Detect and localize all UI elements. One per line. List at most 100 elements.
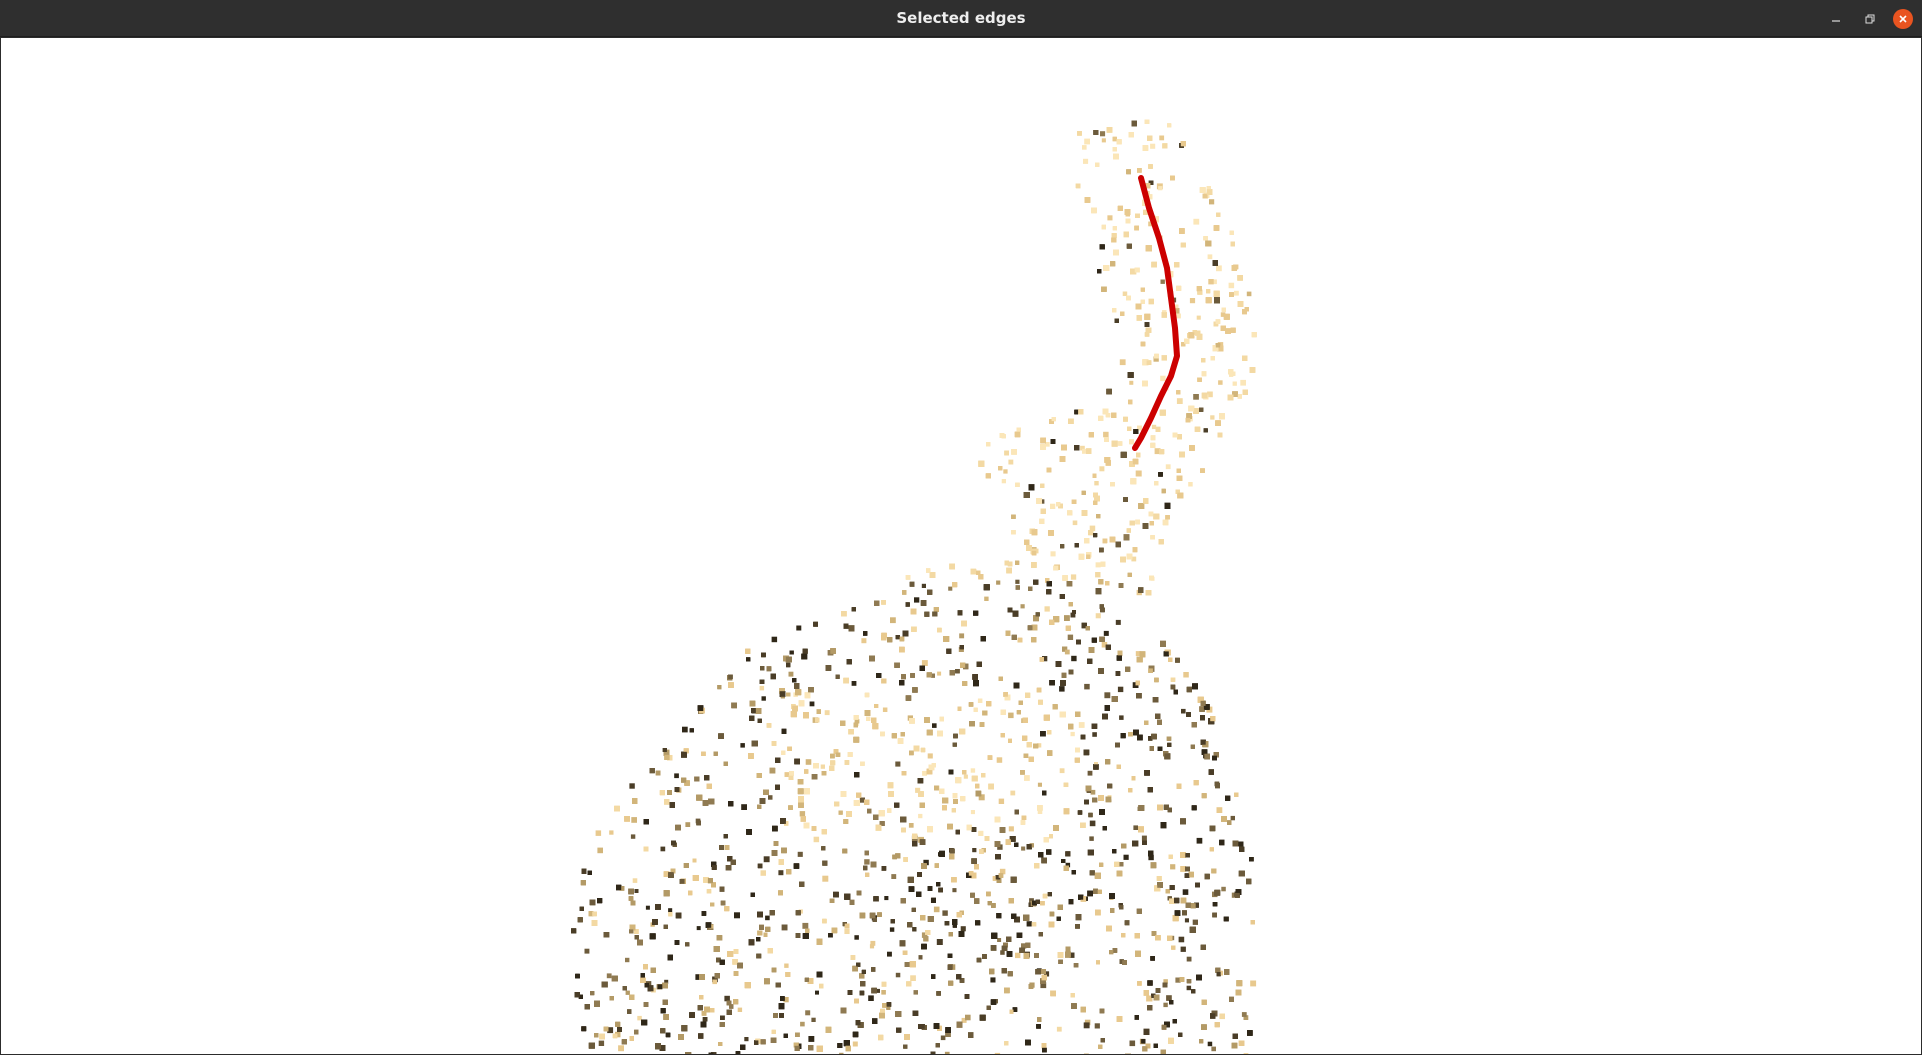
point: [1070, 731, 1075, 737]
point: [1094, 481, 1099, 486]
point: [1101, 138, 1106, 143]
point: [965, 1014, 971, 1021]
point: [1015, 579, 1020, 584]
point: [637, 1015, 642, 1021]
point: [813, 836, 820, 843]
point: [854, 935, 859, 940]
point: [1008, 826, 1014, 832]
point: [1107, 215, 1113, 221]
point: [1099, 466, 1105, 472]
point: [1003, 469, 1008, 474]
point: [959, 633, 965, 639]
point: [895, 972, 901, 978]
point: [682, 726, 688, 733]
point: [1122, 291, 1128, 296]
point: [771, 636, 778, 643]
point: [1123, 854, 1129, 860]
point: [1150, 143, 1156, 149]
point: [1219, 1013, 1225, 1020]
point: [1039, 518, 1045, 524]
point: [1083, 158, 1089, 164]
point: [1089, 836, 1094, 841]
point: [1216, 265, 1222, 272]
point: [998, 798, 1005, 804]
restore-button[interactable]: [1860, 9, 1880, 29]
point: [891, 874, 897, 879]
point: [784, 963, 789, 968]
point: [1037, 782, 1042, 787]
point: [712, 979, 717, 985]
point: [1094, 1023, 1100, 1029]
point: [632, 878, 638, 883]
point: [1095, 562, 1101, 568]
point: [1211, 1046, 1216, 1052]
point: [815, 990, 819, 995]
point: [940, 1035, 946, 1041]
point: [844, 928, 850, 934]
point: [1182, 889, 1189, 895]
point: [994, 1052, 1001, 1054]
point: [625, 957, 630, 963]
point: [882, 707, 888, 712]
point: [918, 813, 923, 819]
point: [1067, 634, 1074, 640]
point: [609, 830, 614, 835]
title-bar[interactable]: Selected edges: [0, 0, 1922, 37]
point: [822, 875, 829, 882]
point: [597, 847, 603, 854]
point: [1082, 145, 1087, 150]
point: [996, 757, 1003, 763]
point: [972, 848, 977, 853]
point: [1207, 254, 1213, 260]
point: [696, 926, 701, 931]
point: [970, 810, 975, 815]
point: [1165, 464, 1171, 470]
point: [1183, 672, 1189, 678]
point: [734, 912, 740, 919]
point: [800, 1021, 805, 1027]
point: [808, 1036, 815, 1042]
point: [1176, 313, 1181, 319]
point: [861, 638, 867, 644]
point: [1059, 768, 1065, 774]
point: [970, 768, 976, 773]
point: [990, 977, 996, 983]
point: [908, 823, 914, 828]
point: [1050, 551, 1056, 557]
point: [1207, 1041, 1213, 1047]
point: [595, 830, 602, 836]
window-title: Selected edges: [896, 9, 1026, 27]
point: [960, 926, 966, 932]
point: [631, 817, 637, 823]
point: [839, 1052, 844, 1054]
point: [1216, 807, 1223, 813]
point: [936, 939, 943, 945]
point: [910, 975, 916, 981]
point-cloud-canvas[interactable]: [1, 38, 1921, 1054]
point-cloud-viewport[interactable]: [1, 38, 1921, 1054]
point: [1232, 381, 1237, 386]
close-button[interactable]: [1893, 9, 1913, 29]
point: [996, 580, 1001, 585]
point: [944, 1051, 950, 1054]
point: [868, 995, 874, 1001]
point: [890, 617, 896, 624]
point: [761, 696, 766, 701]
point: [618, 1045, 624, 1052]
point: [1181, 708, 1186, 714]
point: [760, 870, 766, 876]
point: [788, 671, 794, 677]
point: [1193, 218, 1200, 225]
point: [1021, 846, 1026, 851]
point: [870, 940, 876, 946]
point: [1104, 692, 1111, 699]
point: [1159, 135, 1165, 141]
point: [805, 759, 812, 765]
point: [927, 753, 933, 759]
point: [948, 586, 953, 591]
point: [895, 761, 901, 767]
point: [937, 671, 942, 676]
minimize-button[interactable]: [1826, 9, 1846, 29]
point: [1189, 298, 1196, 304]
point: [824, 710, 830, 716]
